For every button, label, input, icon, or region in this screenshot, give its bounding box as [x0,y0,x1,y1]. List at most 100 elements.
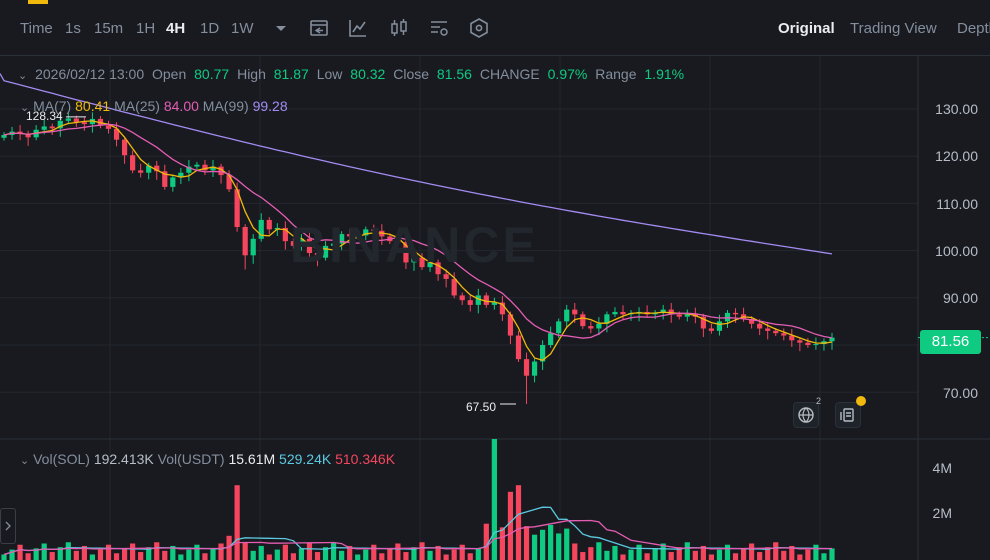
low-annotation: 67.50 [466,400,497,414]
volume-bar [652,548,658,560]
volume-bar [105,544,112,560]
price-chart[interactable] [0,56,990,560]
volume-bar [620,554,626,560]
volume-bar [25,553,31,560]
volume-bar [572,543,578,560]
volume-bar [636,544,642,560]
tf-time[interactable]: Time [20,20,53,37]
volume-bar [596,542,602,560]
volume-bar [194,544,200,560]
tf-1h[interactable]: 1H [136,20,155,37]
candle-body [572,309,578,315]
replay-icon[interactable] [308,17,330,39]
volume-bar [451,549,457,560]
ohlc-date: 2026/02/12 13:00 [35,66,145,82]
volume-bar [218,543,224,560]
candle-body [49,126,55,129]
panel-collapse-handle[interactable] [0,508,16,544]
toolbar: Time 1s 15m 1H 4H 1D 1W Original Trading… [0,0,990,56]
tf-15m[interactable]: 15m [94,20,123,37]
candle-body [781,333,787,336]
volume-bar [419,542,425,560]
ma25-value: 84.00 [163,98,199,114]
volume-bar [580,552,586,560]
candle-body [773,330,779,334]
volume-bar [379,553,385,560]
volume-bar [178,554,184,560]
tab-depth[interactable]: Depth [957,20,990,37]
volume-bar [210,548,216,560]
candle-body [105,125,112,129]
volume-bar [49,552,55,560]
tab-trading-view[interactable]: Trading View [850,20,937,37]
volume-ma-lines [3,506,833,556]
candle-body [548,333,554,345]
candle-body [41,126,47,130]
volume-bar [65,542,71,560]
candle-type-icon[interactable] [388,17,410,39]
tf-1w[interactable]: 1W [231,20,254,37]
more-timeframes-icon[interactable] [270,17,292,39]
volume-bar [154,542,160,560]
open-value: 80.77 [194,66,230,82]
hexagon-settings-icon[interactable] [468,17,490,39]
volume-bar [708,554,715,560]
close-label: Close [393,66,430,82]
volume-legend: ⌄ Vol(SOL) 192.413K Vol(USDT) 15.61M 529… [20,451,395,467]
candle-body [451,278,457,296]
vol-ma-a-value: 529.24K [279,451,332,467]
volume-bar [548,524,554,560]
candle-body [459,295,465,301]
candle-body [556,321,562,334]
volume-bar [507,491,514,560]
volume-bar [781,550,787,560]
volume-bar [330,542,337,560]
volume-bar [258,545,264,560]
price-tick: 130.00 [935,101,978,117]
price-tick: 120.00 [935,148,978,164]
volume-bar [113,553,120,560]
close-value: 81.56 [436,66,472,82]
chevron-down-icon[interactable]: ⌄ [18,70,27,82]
candle-body [194,164,200,167]
range-value: 1.91% [644,66,685,82]
candle-body [443,274,449,279]
ma25-label: MA(25) [114,98,160,114]
ma7-value: 80.41 [75,98,111,114]
volume-bar [41,543,47,560]
chevron-down-icon[interactable]: ⌄ [20,455,29,467]
candle-body [676,314,682,317]
calendar-button[interactable] [835,402,861,428]
tab-original[interactable]: Original [778,20,835,37]
watermark: BINANCE [290,217,539,273]
volume-bar [805,549,811,560]
candle-body [588,326,594,329]
price-tick: 70.00 [942,385,978,401]
candle-body [797,340,803,343]
candle-body [65,118,71,121]
candle-body [580,314,586,327]
volume-bar [298,548,305,560]
settings-list-icon[interactable] [428,17,450,39]
volume-bar [266,554,272,560]
change-value: 0.97% [547,66,588,82]
tf-1s[interactable]: 1s [65,20,81,37]
volume-bar [234,485,240,560]
candle-body [757,323,763,329]
volume-tick: 2M [932,505,952,521]
candle-body [813,344,819,346]
ohlc-info: ⌄ 2026/02/12 13:00 Open 80.77 High 81.87… [18,66,688,82]
volume-bar [499,527,506,560]
volume-bar [540,529,546,560]
vol-usdt-value: 15.61M [228,451,276,467]
candle-body [732,312,739,315]
indicators-icon[interactable] [347,17,369,39]
tf-4h[interactable]: 4H [166,20,185,37]
volume-bar [121,548,128,560]
volume-bar [443,554,449,560]
volume-bar [97,549,104,560]
tf-1d[interactable]: 1D [200,20,219,37]
candle-body [612,311,618,315]
volume-bar [749,543,755,560]
high-value: 81.87 [273,66,309,82]
